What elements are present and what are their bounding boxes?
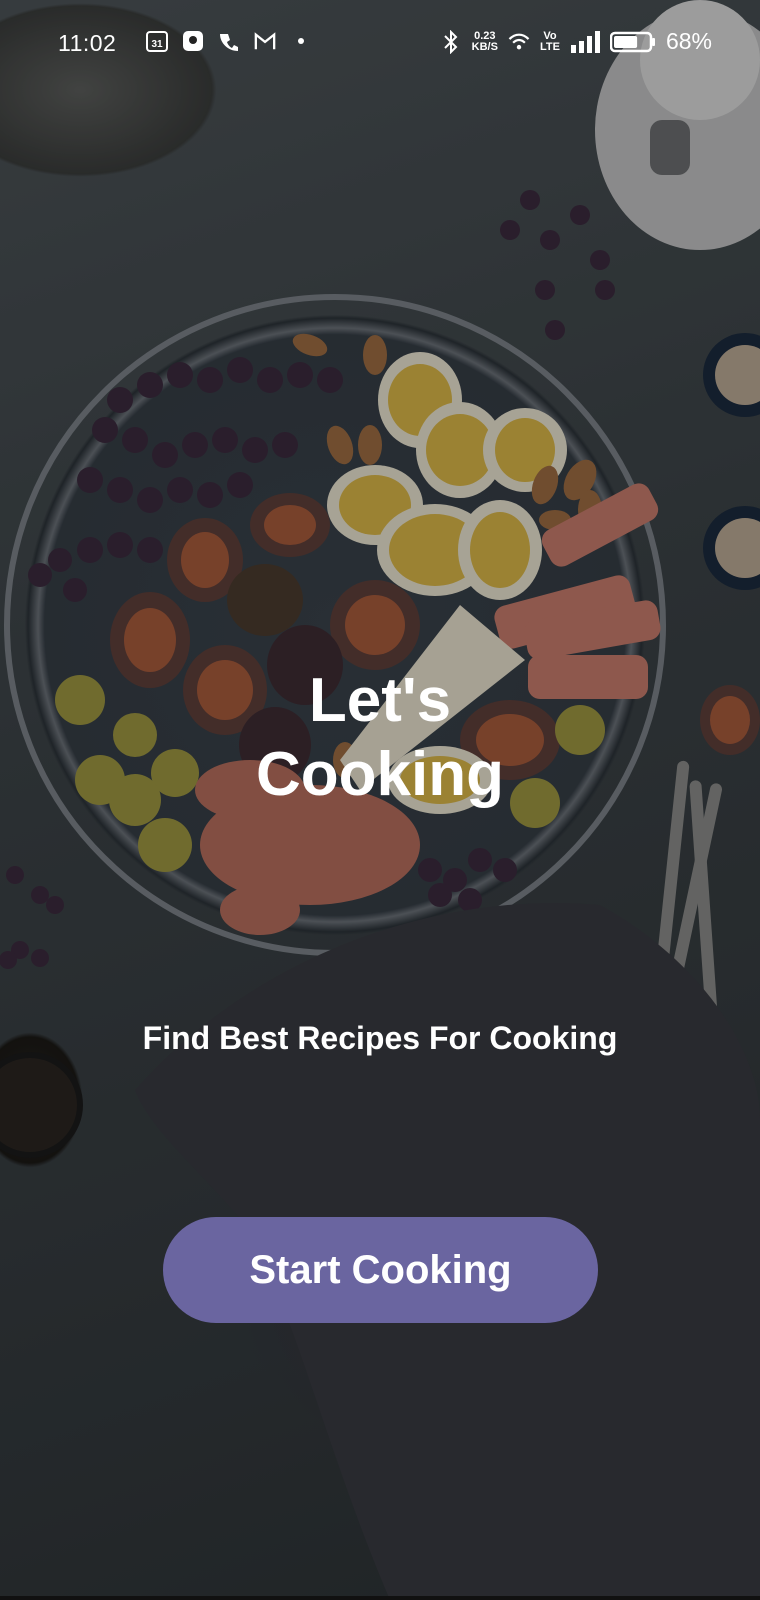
hero-title-line2: Cooking bbox=[256, 740, 504, 809]
battery-percent: 68% bbox=[665, 28, 712, 54]
volte-label: Vo LTE bbox=[539, 29, 560, 53]
net-speed-value: 0.23 bbox=[474, 29, 496, 42]
signal-icon bbox=[570, 30, 600, 53]
start-cooking-label: Start Cooking bbox=[249, 1247, 512, 1292]
gesture-bar bbox=[0, 1596, 760, 1600]
hero-title-line1: Let's bbox=[308, 666, 452, 735]
tagline: Find Best Recipes For Cooking bbox=[142, 1020, 618, 1056]
battery-icon bbox=[609, 31, 656, 53]
status-bar: 11:02 31 0.23 KB/S Vo LTE 68% bbox=[0, 0, 760, 88]
dot-icon bbox=[290, 30, 312, 52]
svg-text:31: 31 bbox=[151, 39, 163, 50]
hero-title: Let's Cooking bbox=[0, 664, 760, 812]
net-speed-unit: KB/S bbox=[471, 40, 498, 53]
phone-app-icon bbox=[218, 30, 240, 52]
system-icons: 0.23 KB/S Vo LTE 68% bbox=[440, 28, 712, 55]
bluetooth-icon bbox=[440, 29, 462, 54]
notification-icons: 31 bbox=[146, 30, 312, 52]
start-cooking-button[interactable]: Start Cooking bbox=[163, 1217, 598, 1323]
wifi-icon bbox=[508, 31, 530, 53]
app-icon bbox=[182, 30, 204, 52]
net-speed: 0.23 KB/S bbox=[471, 29, 498, 53]
gmail-icon bbox=[254, 30, 276, 52]
status-time: 11:02 bbox=[58, 30, 117, 56]
calendar-31-icon: 31 bbox=[146, 30, 168, 52]
